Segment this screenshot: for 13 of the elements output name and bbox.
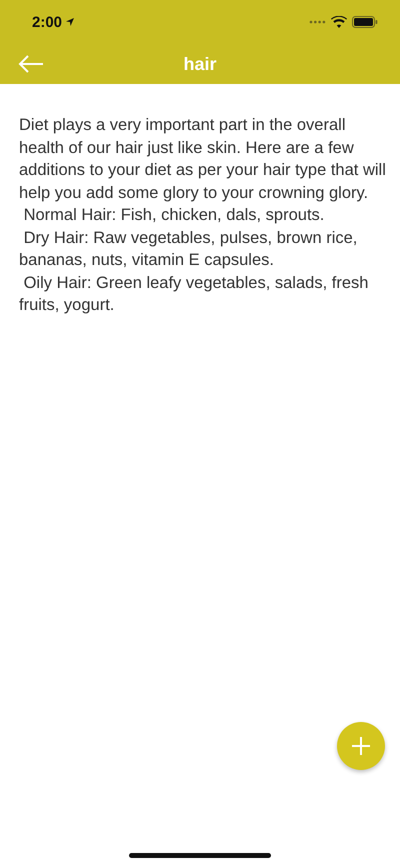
- plus-icon: [352, 737, 370, 755]
- add-button[interactable]: [337, 722, 385, 770]
- screen-title: hair: [183, 54, 216, 74]
- status-time: 2:00: [32, 14, 76, 30]
- diet-text: Normal Hair: Fish, chicken, dals, sprouts.: [22, 205, 326, 226]
- diet-text: Oily Hair: Green leafy vegetables, salads, fresh fruits, yogurt.: [19, 272, 370, 316]
- diet-text: Dry Hair: Raw vegetables, pulses, brown rice, bananas, nuts, vitamin E capsules.: [19, 228, 358, 271]
- battery-icon: [352, 16, 378, 28]
- signal-icon: [309, 20, 326, 24]
- location-icon: [65, 17, 76, 27]
- wifi-icon: [331, 16, 347, 28]
- diet-text: Diet plays a very important part in the overall health of our hair just like skin. Here are a few additions to your diet as per your hair type that will help you add some glory to your crowning glory.: [19, 115, 386, 204]
- back-arrow-icon: [18, 55, 44, 73]
